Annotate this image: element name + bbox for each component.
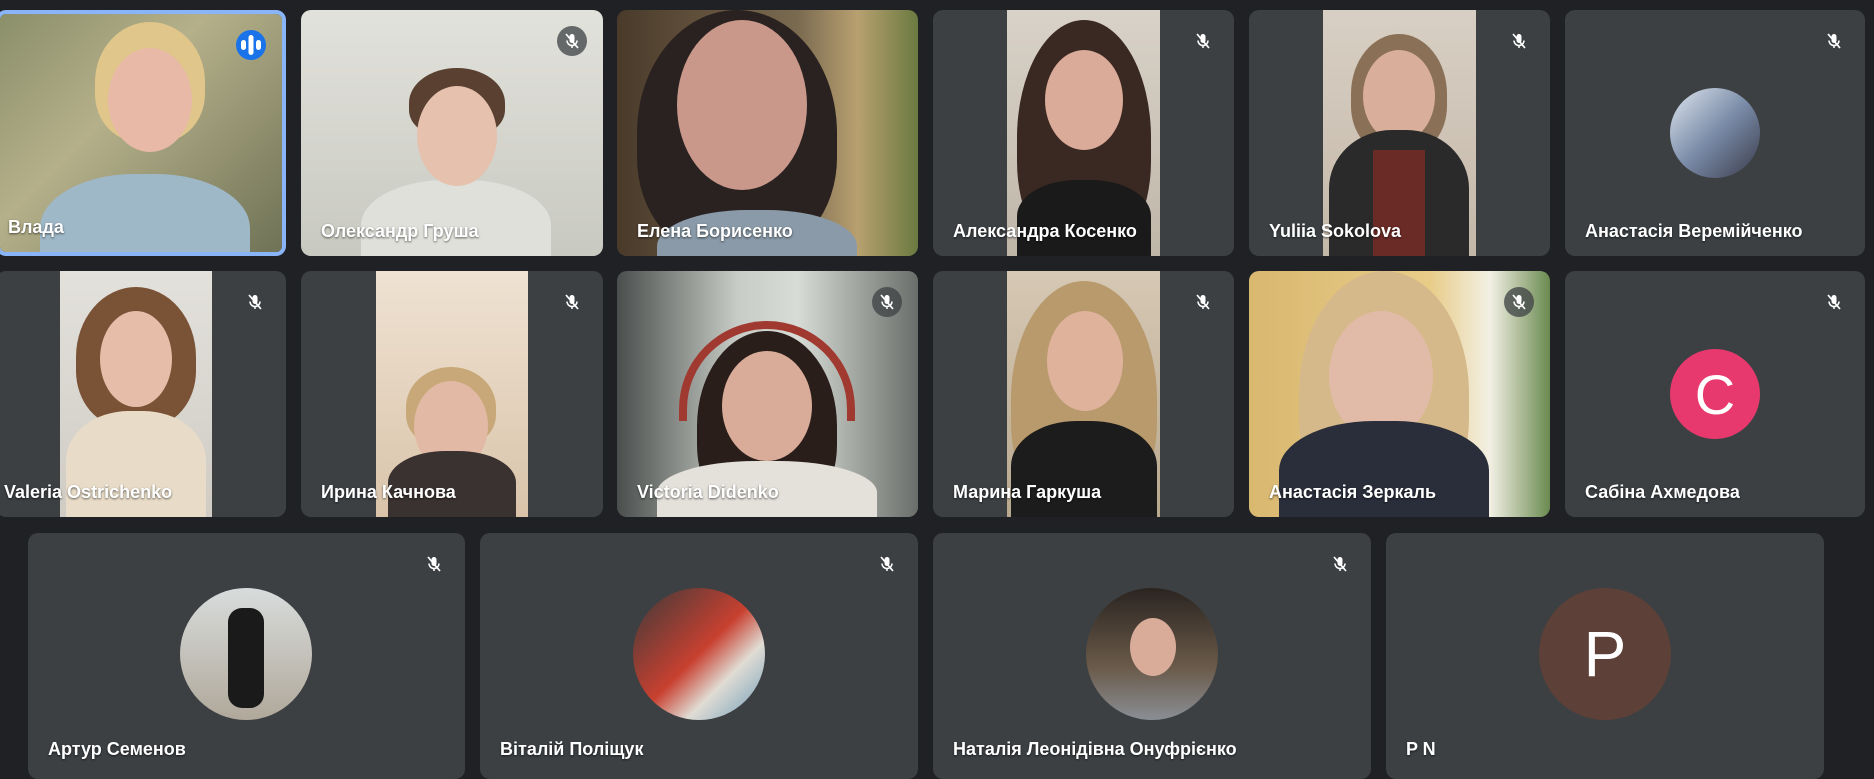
participant-tile[interactable]: Анастасія Зеркаль <box>1249 271 1550 517</box>
participant-tile[interactable]: C Сабіна Ахмедова <box>1565 271 1865 517</box>
mic-off-icon <box>1188 26 1218 56</box>
participant-tile[interactable]: Олександр Груша <box>301 10 603 256</box>
mic-off-icon <box>1819 287 1849 317</box>
avatar <box>180 588 312 720</box>
participant-name: Ирина Качнова <box>321 482 456 502</box>
participant-tile[interactable]: Анастасія Веремійченко <box>1565 10 1865 256</box>
participant-name: Марина Гаркуша <box>953 482 1102 502</box>
participant-name: Олександр Груша <box>321 221 479 241</box>
participant-name: Александра Косенко <box>953 221 1137 241</box>
mic-off-icon <box>557 26 587 56</box>
participant-name: Анастасія Зеркаль <box>1269 482 1437 502</box>
participant-name: Анастасія Веремійченко <box>1585 221 1803 241</box>
participant-video <box>1007 271 1160 517</box>
participant-tile[interactable]: Valeria Ostrichenko <box>0 271 286 517</box>
participant-name: Yuliia Sokolova <box>1269 221 1402 241</box>
participant-tile[interactable]: Елена Борисенко <box>617 10 918 256</box>
participant-tile[interactable]: Віталій Поліщук <box>480 533 918 779</box>
mic-off-icon <box>419 549 449 579</box>
mic-off-icon <box>1504 26 1534 56</box>
audio-wave-icon <box>236 30 266 60</box>
avatar <box>1670 88 1760 178</box>
avatar <box>1086 588 1218 720</box>
participant-video <box>376 271 528 517</box>
participant-name: Елена Борисенко <box>637 221 793 241</box>
participant-tile-vlada[interactable]: Влада <box>0 10 286 256</box>
avatar <box>633 588 765 720</box>
mic-off-icon <box>557 287 587 317</box>
mic-off-icon <box>1504 287 1534 317</box>
mic-off-icon <box>872 287 902 317</box>
participant-name: Сабіна Ахмедова <box>1585 482 1740 502</box>
participant-tile[interactable]: Наталія Леонідівна Онуфрієнко <box>933 533 1371 779</box>
mic-off-icon <box>240 287 270 317</box>
participant-tile[interactable]: Александра Косенко <box>933 10 1234 256</box>
participant-name: Влада <box>8 217 64 237</box>
participant-tile[interactable]: Марина Гаркуша <box>933 271 1234 517</box>
participant-video <box>60 271 212 517</box>
avatar-letter: C <box>1694 362 1736 426</box>
participant-name: Victoria Didenko <box>637 482 779 502</box>
mic-off-icon <box>1325 549 1355 579</box>
participant-tile[interactable]: Victoria Didenko <box>617 271 918 517</box>
participant-video <box>1323 10 1476 256</box>
participant-tile[interactable]: Ирина Качнова <box>301 271 603 517</box>
avatar: P <box>1539 588 1671 720</box>
participant-tile[interactable]: Артур Семенов <box>28 533 465 779</box>
participant-tile[interactable]: Yuliia Sokolova <box>1249 10 1550 256</box>
participant-video <box>617 10 918 256</box>
mic-off-icon <box>1819 26 1849 56</box>
avatar: C <box>1670 349 1760 439</box>
participant-tile[interactable]: P P N <box>1386 533 1824 779</box>
participant-video <box>1007 10 1160 256</box>
mic-off-icon <box>872 549 902 579</box>
mic-off-icon <box>1188 287 1218 317</box>
avatar-letter: P <box>1583 618 1627 690</box>
participant-name: Valeria Ostrichenko <box>4 482 173 502</box>
